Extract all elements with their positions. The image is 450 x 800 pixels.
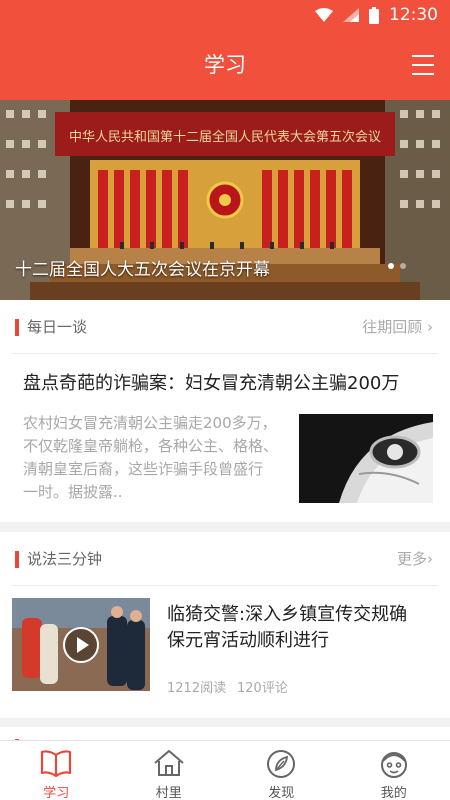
section-title: 每日一谈	[27, 318, 88, 336]
tab-discover[interactable]: 发现	[225, 741, 338, 800]
tab-mine[interactable]: 我的	[338, 741, 450, 800]
tab-label: 我的	[380, 786, 407, 800]
video-thumbnail	[12, 598, 150, 691]
section-header: 说法三分钟 更多›	[12, 532, 438, 586]
compass-leaf-icon	[267, 750, 296, 778]
status-bar: 12:30	[0, 0, 450, 30]
more-link[interactable]: 更多›	[397, 548, 433, 569]
daily-talk-section: 每日一谈 往期回顾 › 盘点奇葩的诈骗案：妇女冒充清朝公主骗200万 农村妇女冒…	[0, 300, 450, 522]
tab-label: 发现	[268, 786, 295, 800]
law-section: 说法三分钟 更多› 临猗交警:深入乡镇宣传交规确 保元宵活动顺利进行 1212阅…	[0, 532, 450, 718]
status-time: 12:30	[389, 5, 438, 25]
carousel-dots	[388, 263, 406, 269]
tab-study[interactable]: 学习	[0, 741, 113, 800]
house-icon	[154, 750, 184, 776]
tab-label: 学习	[43, 786, 70, 800]
book-icon	[41, 750, 72, 777]
play-icon[interactable]	[62, 626, 100, 664]
article-thumbnail	[299, 414, 433, 503]
carousel-dot-active[interactable]	[388, 263, 394, 269]
menu-icon-line	[412, 73, 434, 75]
summary-line: 一时。据披露..	[23, 483, 123, 501]
signal-icon	[343, 8, 359, 22]
carousel-dot[interactable]	[400, 263, 406, 269]
battery-icon	[369, 6, 379, 24]
article-title: 临猗交警:深入乡镇宣传交规确 保元宵活动顺利进行	[167, 602, 437, 654]
banner-caption: 十二届全国人大五次会议在京开幕	[15, 260, 270, 280]
summary-line: 农村妇女冒充清朝公主骗走200多万，	[23, 414, 277, 432]
bottom-tab-bar: 学习 村里 发现 我的	[0, 740, 450, 800]
face-icon	[380, 752, 407, 778]
section-marker	[15, 319, 19, 336]
section-title: 说法三分钟	[27, 550, 103, 568]
app-header: 学习	[0, 30, 450, 100]
section-header: 每日一谈 往期回顾 ›	[12, 300, 438, 354]
banner-carousel[interactable]: 中华人民共和国第十二届全国人民代表大会第五次会议 十二届全国人大五次会议在京开幕	[0, 100, 450, 300]
article-title: 盘点奇葩的诈骗案：妇女冒充清朝公主骗200万	[23, 373, 400, 394]
summary-line: 清朝皇室后裔，这些诈骗手段曾盛行	[23, 460, 264, 478]
menu-button[interactable]	[412, 55, 434, 75]
menu-icon	[412, 55, 434, 57]
title-line: 临猗交警:深入乡镇宣传交规确	[167, 604, 408, 625]
status-icons: 12:30	[315, 4, 438, 26]
tab-label: 村里	[155, 786, 182, 800]
wifi-icon	[315, 8, 333, 22]
page-title: 学习	[204, 53, 246, 77]
article-summary: 农村妇女冒充清朝公主骗走200多万， 不仅乾隆皇帝躺枪，各种公主、格格、 清朝皇…	[23, 412, 293, 504]
svg-text:中华人民共和国第十二届全国人民代表大会第五次会议: 中华人民共和国第十二届全国人民代表大会第五次会议	[69, 129, 381, 145]
tab-village[interactable]: 村里	[113, 741, 226, 800]
title-line: 保元宵活动顺利进行	[167, 630, 329, 651]
comment-count: 120评论	[237, 681, 288, 696]
read-count: 1212阅读	[167, 681, 227, 696]
section-marker	[15, 551, 19, 568]
menu-icon-line	[412, 64, 434, 66]
past-review-link[interactable]: 往期回顾 ›	[362, 316, 433, 337]
summary-line: 不仅乾隆皇帝躺枪，各种公主、格格、	[23, 437, 279, 455]
